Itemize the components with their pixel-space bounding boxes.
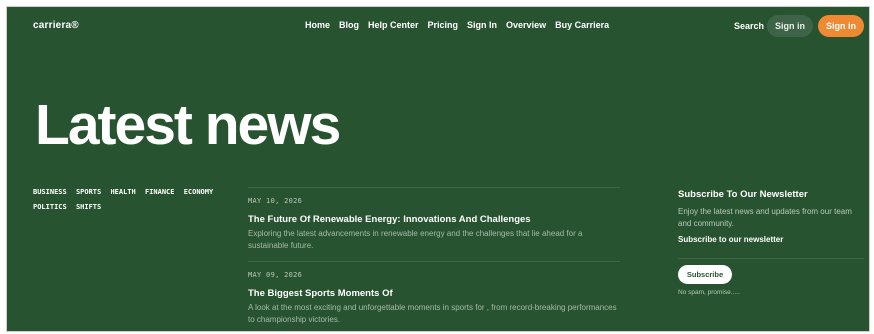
nav-link-pricing[interactable]: Pricing — [428, 20, 459, 30]
category-health[interactable]: HEALTH — [110, 188, 135, 196]
category-filter: BUSINESS SPORTS HEALTH FINANCE ECONOMY P… — [33, 185, 233, 215]
news-article[interactable]: MAY 10, 2026 The Future Of Renewable Ene… — [248, 188, 620, 252]
newsletter-description: Enjoy the latest news and updates from o… — [678, 207, 852, 228]
newsletter-note: No spam, promise..... — [678, 289, 740, 296]
search-link[interactable]: Search — [734, 21, 764, 31]
nav-link-sign-in[interactable]: Sign In — [467, 20, 497, 30]
sign-in-secondary-button[interactable]: Sign in — [767, 15, 813, 37]
category-shifts[interactable]: SHIFTS — [76, 203, 101, 211]
nav-link-overview[interactable]: Overview — [506, 20, 546, 30]
news-article[interactable]: MAY 09, 2026 The Biggest Sports Moments … — [248, 262, 620, 326]
article-date: MAY 09, 2026 — [248, 271, 303, 279]
category-business[interactable]: BUSINESS — [33, 188, 67, 196]
article-date: MAY 10, 2026 — [248, 197, 303, 205]
news-list: MAY 10, 2026 The Future Of Renewable Ene… — [248, 187, 620, 326]
nav-link-blog[interactable]: Blog — [339, 20, 359, 30]
brand-logo[interactable]: carriera® — [33, 20, 79, 31]
newsletter-link[interactable]: Subscribe to our newsletter — [678, 235, 864, 244]
sign-in-primary-button[interactable]: Sign in — [818, 15, 864, 37]
page-frame: carriera® Home Blog Help Center Pricing … — [6, 6, 870, 332]
subscribe-button[interactable]: Subscribe — [678, 265, 732, 284]
nav-link-buy-carriera[interactable]: Buy Carriera — [555, 20, 609, 30]
page-title: Latest news — [35, 93, 341, 157]
newsletter-title: Subscribe To Our Newsletter — [678, 189, 808, 200]
article-title[interactable]: The Biggest Sports Moments Of — [248, 288, 620, 299]
newsletter-panel: Subscribe To Our Newsletter Enjoy the la… — [678, 189, 864, 296]
article-title[interactable]: The Future Of Renewable Energy: Innovati… — [248, 214, 620, 225]
article-excerpt: A look at the most exciting and unforget… — [248, 303, 617, 324]
category-politics[interactable]: POLITICS — [33, 203, 67, 211]
article-excerpt: Exploring the latest advancements in ren… — [248, 229, 583, 250]
nav-link-home[interactable]: Home — [305, 20, 330, 30]
category-economy[interactable]: ECONOMY — [184, 188, 214, 196]
nav-link-help-center[interactable]: Help Center — [368, 20, 419, 30]
top-nav: Home Blog Help Center Pricing Sign In Ov… — [305, 20, 618, 30]
category-finance[interactable]: FINANCE — [145, 188, 175, 196]
category-sports[interactable]: SPORTS — [76, 188, 101, 196]
divider — [678, 258, 864, 259]
